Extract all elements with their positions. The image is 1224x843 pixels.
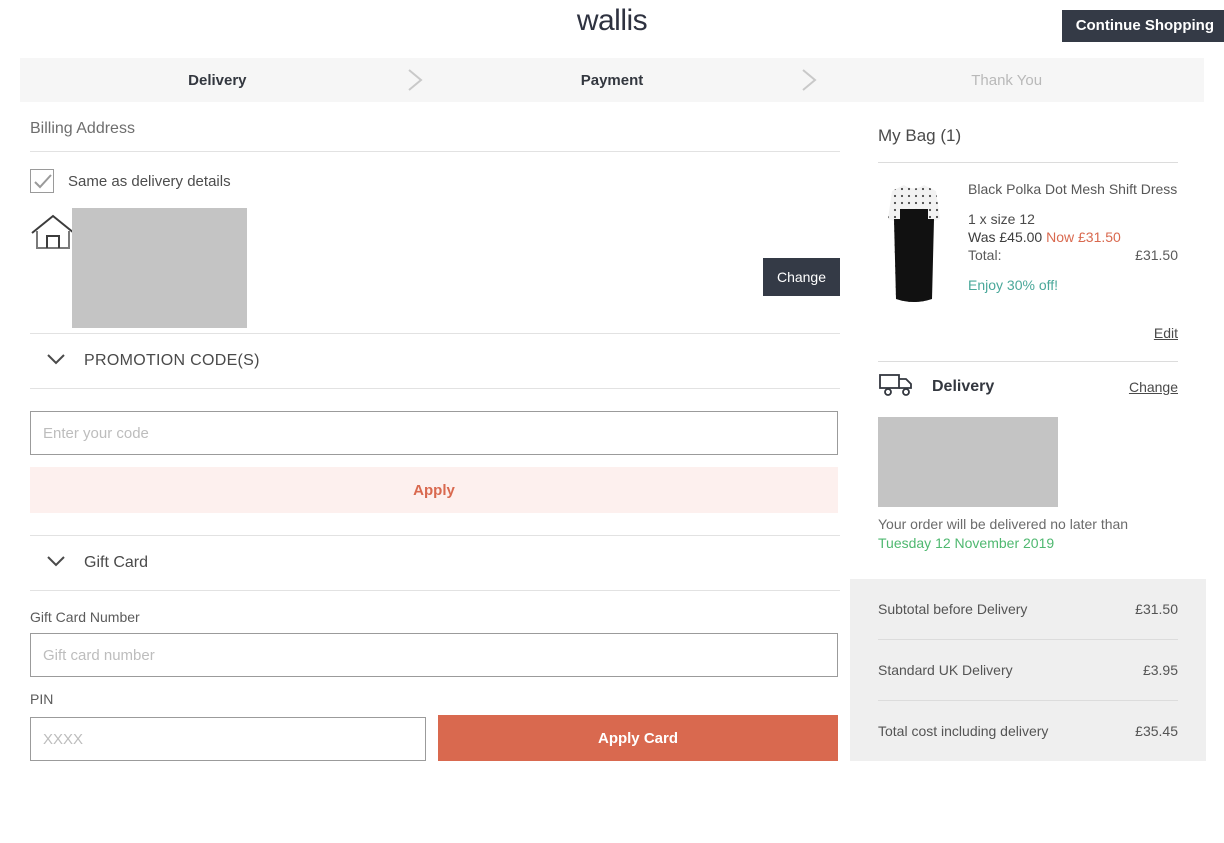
billing-address-title: Billing Address (30, 120, 135, 137)
edit-bag-link[interactable]: Edit (1154, 325, 1178, 341)
bag-item: Black Polka Dot Mesh Shift Dress 1 x siz… (878, 163, 1178, 309)
pin-label: PIN (30, 691, 54, 707)
checkout-stepper: Delivery Payment Thank You (20, 58, 1204, 102)
delivery-estimate-text: Your order will be delivered no later th… (878, 516, 1129, 532)
wallis-logo: wallis (576, 4, 648, 37)
delivery-estimate: Your order will be delivered no later th… (878, 515, 1178, 553)
continue-shopping-button[interactable]: Continue Shopping (1061, 10, 1224, 42)
delivery-header: Delivery Change (878, 362, 1178, 403)
promotion-code-label: PROMOTION CODE(S) (84, 352, 260, 369)
delivery-estimate-date: Tuesday 12 November 2019 (878, 535, 1055, 551)
totals-row: Subtotal before Delivery £31.50 (878, 579, 1178, 639)
bag-contents: My Bag (1) Black Polka Dot Mesh Shift Dr… (850, 108, 1206, 579)
grand-total-label: Total cost including delivery (878, 723, 1049, 739)
product-promo-note: Enjoy 30% off! (968, 277, 1059, 293)
gift-card-number-label: Gift Card Number (30, 609, 140, 625)
gift-card-accordion[interactable]: Gift Card (30, 536, 840, 590)
delivery-cost-label: Standard UK Delivery (878, 662, 1013, 678)
product-now-price: Now £31.50 (1046, 229, 1121, 245)
apply-card-button[interactable]: Apply Card (438, 715, 838, 761)
grand-total-value: £35.45 (1135, 723, 1178, 739)
divider (30, 151, 840, 152)
promotion-code-accordion[interactable]: PROMOTION CODE(S) (30, 334, 840, 388)
change-delivery-link[interactable]: Change (1129, 379, 1178, 395)
same-as-delivery-row[interactable]: Same as delivery details (30, 169, 840, 193)
checkout-page: wallis Continue Shopping Delivery Paymen… (0, 0, 1224, 843)
checkout-form: Billing Address Same as delivery details… (30, 120, 840, 761)
chevron-down-icon (46, 554, 66, 572)
change-billing-address-button[interactable]: Change (762, 258, 840, 296)
same-as-delivery-checkbox[interactable] (30, 169, 54, 193)
totals-row: Standard UK Delivery £3.95 (878, 640, 1178, 700)
same-as-delivery-label: Same as delivery details (68, 172, 231, 190)
page-header: wallis Continue Shopping (0, 0, 1224, 48)
subtotal-label: Subtotal before Delivery (878, 601, 1028, 617)
billing-address-row: Change (30, 203, 840, 333)
totals-row: Total cost including delivery £35.45 (878, 701, 1178, 761)
step-delivery[interactable]: Delivery (20, 72, 415, 89)
order-summary-panel: My Bag (1) Black Polka Dot Mesh Shift Dr… (850, 108, 1206, 761)
product-was-price: Was £45.00 (968, 229, 1043, 245)
pin-and-apply-row: Apply Card (30, 715, 840, 761)
bag-title: My Bag (1) (878, 126, 962, 145)
delivery-title: Delivery (932, 377, 995, 395)
product-total-row: Total: £31.50 (968, 247, 1178, 263)
subtotal-value: £31.50 (1135, 601, 1178, 617)
home-icon (30, 213, 76, 258)
gift-card-label: Gift Card (84, 554, 149, 571)
order-totals: Subtotal before Delivery £31.50 Standard… (850, 579, 1206, 761)
product-price: Was £45.00 Now £31.50 (968, 229, 1178, 245)
step-payment[interactable]: Payment (415, 72, 810, 89)
step-thank-you: Thank You (971, 71, 1043, 89)
product-total-value: £31.50 (1135, 247, 1178, 263)
billing-address-redacted (72, 208, 247, 328)
product-name: Black Polka Dot Mesh Shift Dress (968, 181, 1178, 197)
promo-code-input[interactable] (30, 411, 838, 455)
promotion-code-fields: Apply (30, 389, 840, 513)
pin-input[interactable] (30, 717, 426, 761)
edit-bag-row: Edit (878, 309, 1178, 361)
check-icon (34, 174, 52, 189)
gift-card-fields: Gift Card Number PIN Apply Card (30, 591, 840, 761)
gift-card-number-input[interactable] (30, 633, 838, 677)
product-thumbnail (878, 179, 950, 309)
delivery-cost-value: £3.95 (1142, 662, 1178, 678)
product-size: 1 x size 12 (968, 211, 1035, 227)
product-total-label: Total: (968, 247, 1002, 263)
product-details: Black Polka Dot Mesh Shift Dress 1 x siz… (968, 179, 1178, 309)
delivery-address-redacted (878, 417, 1058, 507)
apply-promo-button[interactable]: Apply (30, 467, 838, 513)
chevron-down-icon (46, 352, 66, 370)
delivery-truck-icon (878, 370, 918, 403)
